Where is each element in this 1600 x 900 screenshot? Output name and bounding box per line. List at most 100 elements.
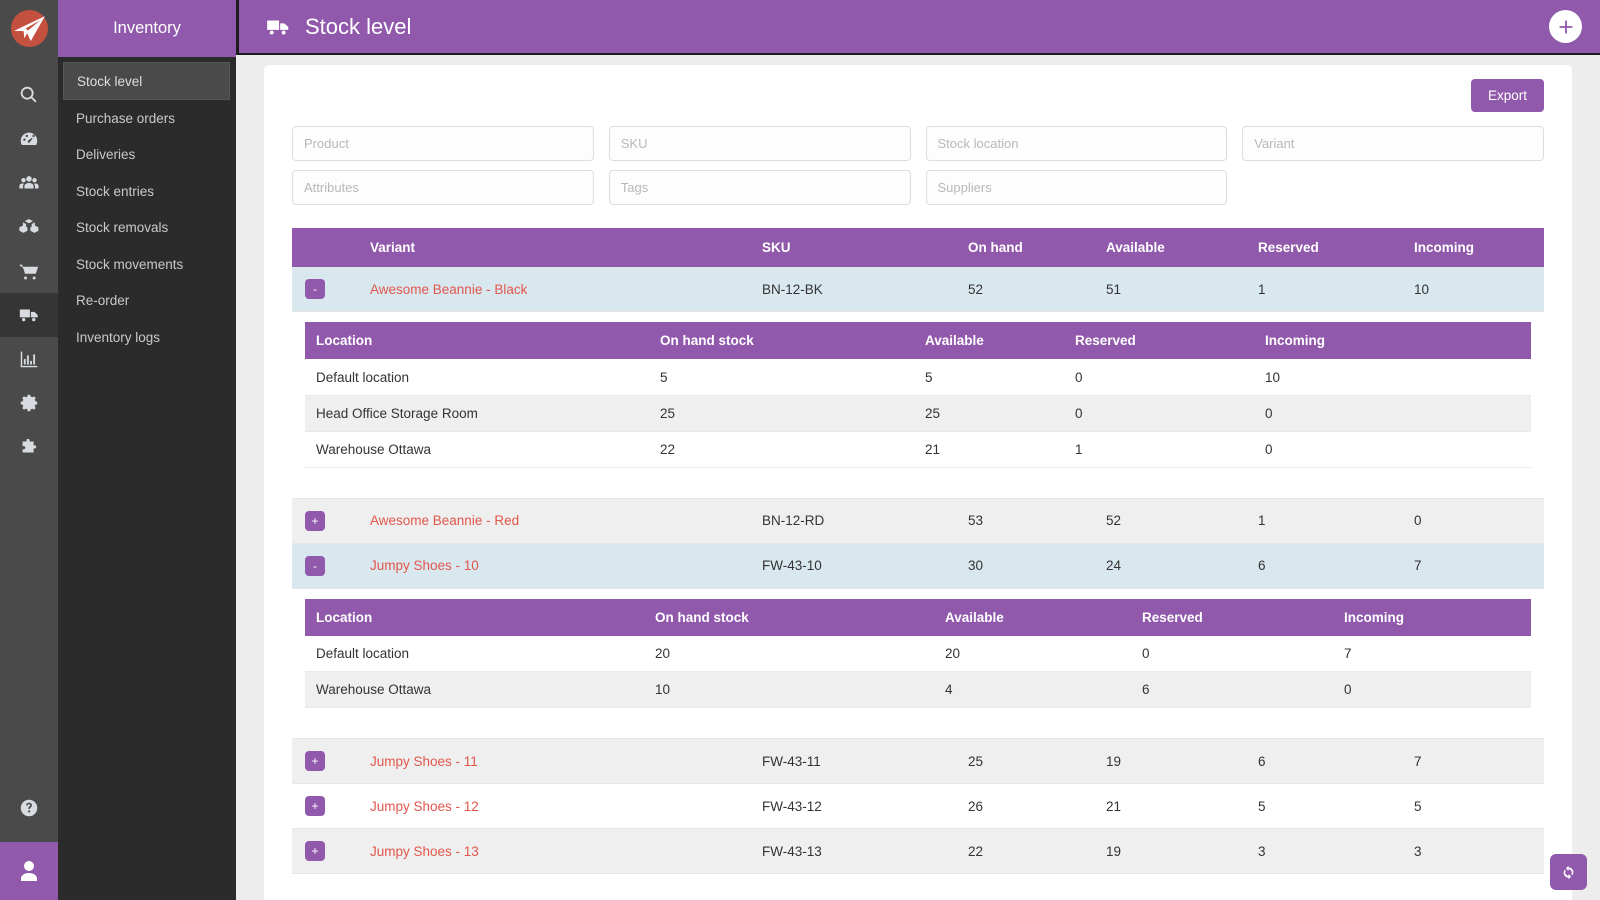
location-incoming: 0 (1265, 395, 1531, 432)
sidebar-item-deliveries[interactable]: Deliveries (58, 137, 236, 174)
variant-link[interactable]: Jumpy Shoes - 11 (370, 754, 478, 769)
variant-link[interactable]: Jumpy Shoes - 13 (370, 844, 479, 859)
row-toggle-cell: - (292, 543, 370, 589)
sidebar-item-stock-level[interactable]: Stock level (63, 62, 230, 100)
sku-filter-input[interactable] (608, 126, 911, 162)
location-table-body: Default location 5 5 0 10 Head Office St… (305, 359, 1531, 468)
avatar[interactable] (0, 842, 58, 900)
variant-filter-input[interactable] (1242, 126, 1544, 162)
tags-filter-input[interactable] (608, 170, 911, 206)
cell-variant: Awesome Beannie - Black (370, 267, 762, 313)
sidebar-item-inventory-logs[interactable]: Inventory logs (58, 319, 236, 356)
location-reserved: 0 (1075, 395, 1265, 432)
help-circle-icon[interactable] (0, 786, 58, 830)
icon-rail (0, 0, 58, 900)
users-icon[interactable] (0, 161, 58, 205)
table-row-detail: Location On hand stock Available Reserve… (292, 588, 1544, 740)
app-logo[interactable] (0, 0, 58, 57)
cell-incoming: 10 (1414, 267, 1544, 313)
cell-variant: Jumpy Shoes - 12 (370, 783, 762, 830)
variant-link[interactable]: Jumpy Shoes - 12 (370, 799, 479, 814)
delivery-truck-icon[interactable] (0, 293, 58, 337)
location-column-header-location: Location (305, 598, 655, 636)
cell-sku: FW-43-10 (762, 543, 968, 589)
cell-sku: FW-43-13 (762, 828, 968, 875)
sidebar-item-stock-entries[interactable]: Stock entries (58, 173, 236, 210)
location-row: Default location 5 5 0 10 (305, 359, 1531, 396)
cell-incoming: 0 (1414, 498, 1544, 544)
search-icon[interactable] (0, 73, 58, 117)
location-column-header-available: Available (945, 598, 1142, 636)
export-button[interactable]: Export (1470, 79, 1544, 113)
expand-row-button[interactable]: + (305, 796, 325, 817)
nested-detail-cell: Location On hand stock Available Reserve… (292, 311, 1544, 499)
cell-available: 21 (1106, 783, 1258, 830)
table-row[interactable]: + Jumpy Shoes - 13 FW-43-13 22 19 3 3 (292, 828, 1544, 875)
row-toggle-cell: + (292, 498, 370, 544)
cell-sku: FW-43-11 (762, 738, 968, 785)
bar-chart-icon[interactable] (0, 337, 58, 381)
add-button[interactable] (1549, 10, 1582, 44)
sidebar-item-purchase-orders[interactable]: Purchase orders (58, 100, 236, 137)
sidebar-title: Inventory (58, 0, 236, 57)
column-header-available[interactable]: Available (1106, 228, 1258, 268)
delivery-truck-icon (265, 14, 291, 40)
location-available: 4 (945, 671, 1142, 709)
expand-row-button[interactable]: + (305, 841, 325, 862)
collapse-row-button[interactable]: - (305, 279, 325, 300)
stock-table-header-row: Variant SKU On hand Available Reserved I… (292, 228, 1544, 268)
cell-reserved: 1 (1258, 267, 1414, 313)
location-column-header-reserved: Reserved (1075, 322, 1265, 360)
cell-available: 51 (1106, 267, 1258, 313)
sidebar-item-stock-removals[interactable]: Stock removals (58, 210, 236, 247)
sidebar-item-re-order[interactable]: Re-order (58, 283, 236, 320)
puzzle-piece-icon[interactable] (0, 425, 58, 469)
location-column-header-on-hand-stock: On hand stock (655, 598, 945, 636)
column-header-reserved[interactable]: Reserved (1258, 228, 1414, 268)
expand-row-button[interactable]: + (305, 510, 325, 531)
cell-reserved: 6 (1258, 543, 1414, 589)
cell-incoming: 3 (1414, 828, 1544, 875)
boxes-icon[interactable] (0, 205, 58, 249)
table-row[interactable]: - Jumpy Shoes - 10 FW-43-10 30 24 6 7 (292, 543, 1544, 589)
column-header-incoming[interactable]: Incoming (1414, 228, 1544, 268)
table-row[interactable]: + Jumpy Shoes - 11 FW-43-11 25 19 6 7 (292, 738, 1544, 785)
sidebar-item-stock-movements[interactable]: Stock movements (58, 246, 236, 283)
filter-cell-sku (608, 126, 911, 162)
expand-row-button[interactable]: + (305, 751, 325, 772)
table-row-detail: Location On hand stock Available Reserve… (292, 311, 1544, 499)
location-incoming: 0 (1265, 431, 1531, 468)
attributes-filter-input[interactable] (292, 170, 594, 206)
gear-icon[interactable] (0, 381, 58, 425)
suppliers-filter-input[interactable] (925, 170, 1228, 206)
variant-link[interactable]: Jumpy Shoes - 10 (370, 558, 479, 573)
table-row[interactable]: + Awesome Beannie - Red BN-12-RD 53 52 1… (292, 498, 1544, 544)
toolbar: Export (292, 79, 1544, 113)
collapse-row-button[interactable]: - (305, 555, 325, 576)
page-title: Stock level (305, 13, 412, 39)
location-available: 5 (925, 359, 1075, 396)
dashboard-gauge-icon[interactable] (0, 117, 58, 161)
stock-location-filter-input[interactable] (925, 126, 1228, 162)
variant-link[interactable]: Awesome Beannie - Black (370, 282, 527, 297)
variant-link[interactable]: Awesome Beannie - Red (370, 513, 519, 528)
column-header-on-hand[interactable]: On hand (968, 228, 1106, 268)
cell-sku: BN-12-RD (762, 498, 968, 544)
column-header-sku[interactable]: SKU (762, 228, 968, 268)
table-row[interactable]: - Awesome Beannie - Black BN-12-BK 52 51… (292, 267, 1544, 313)
location-header-row: Location On hand stock Available Reserve… (305, 322, 1531, 360)
sidebar-menu: Stock level Purchase orders Deliveries S… (58, 57, 236, 356)
product-filter-input[interactable] (292, 126, 594, 162)
location-incoming: 7 (1344, 635, 1531, 673)
location-table-body: Default location 20 20 0 7 Warehouse Ott… (305, 635, 1531, 709)
refresh-button[interactable] (1550, 854, 1587, 890)
stock-table-body: - Awesome Beannie - Black BN-12-BK 52 51… (292, 267, 1544, 875)
table-row[interactable]: + Jumpy Shoes - 12 FW-43-12 26 21 5 5 (292, 783, 1544, 830)
cell-available: 19 (1106, 738, 1258, 785)
cell-variant: Jumpy Shoes - 13 (370, 828, 762, 875)
location-available: 25 (925, 395, 1075, 432)
shopping-cart-icon[interactable] (0, 249, 58, 293)
cell-sku: BN-12-BK (762, 267, 968, 313)
column-header-variant[interactable]: Variant (370, 228, 762, 268)
module-sidebar: Inventory Stock level Purchase orders De… (58, 0, 236, 900)
